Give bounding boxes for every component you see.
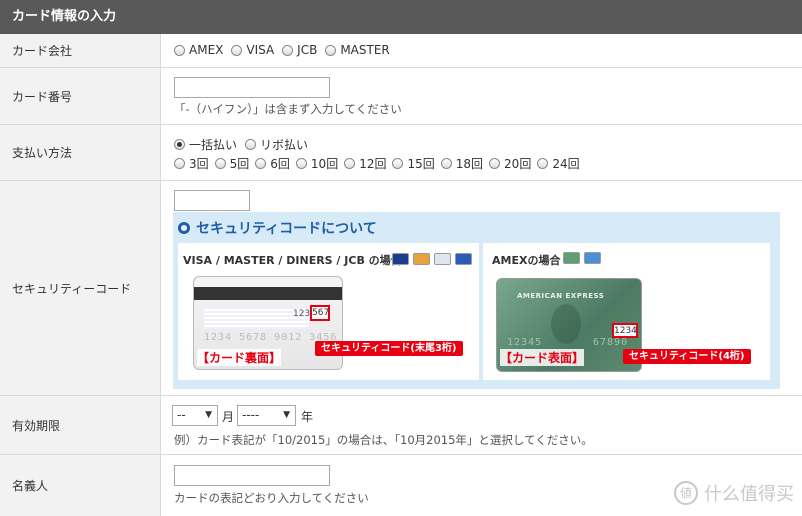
radio-lump-sum[interactable]: 一括払い [174,136,237,153]
info-bullet-icon [178,222,190,234]
centurion-portrait [551,304,581,344]
watermark-logo-icon: 値 [674,481,698,505]
card-company-field: AMEX VISA JCB MASTER [162,34,802,67]
radio-circle-checked[interactable] [174,139,185,150]
visa-logo-icon [392,253,409,265]
section-header: カード情報の入力 [0,0,802,34]
card-number-row: カード番号 「-（ハイフン）」は含まず入力してください [0,68,802,125]
radio-installment-6[interactable]: 6回 [255,155,290,172]
section-title: カード情報の入力 [12,9,117,24]
card-number-field: 「-（ハイフン）」は含まず入力してください [162,68,802,124]
dropdown-arrow-icon: ▼ [283,410,290,420]
radio-installment-24[interactable]: 24回 [537,155,580,172]
holder-label: 名義人 [0,455,161,516]
jcb-logo-icon [455,253,472,265]
radio-visa[interactable]: VISA [231,43,274,57]
watermark: 値 什么值得买 [674,480,794,506]
panel-title-amex: AMEXの場合 [492,254,561,267]
payment-row: 支払い方法 一括払い リボ払い 3回 5回 6回 10回 12回 15回 18回… [0,125,802,181]
radio-installment-5[interactable]: 5回 [214,155,249,172]
radio-circle[interactable] [295,158,307,169]
callout-amex-code: セキュリティコード(4桁) [623,349,751,364]
card-number-input[interactable] [174,77,330,98]
amex-blue-logo-icon [584,252,601,264]
card-back-label: 【カード裏面】 [197,349,282,366]
radio-circle[interactable] [392,158,404,169]
radio-jcb[interactable]: JCB [282,43,317,57]
expiry-month-select[interactable]: -- ▼ [172,405,218,426]
month-unit: 月 [222,410,235,424]
radio-circle[interactable] [282,44,294,56]
radio-revolving[interactable]: リボ払い [245,136,308,153]
amex-number-right: 67890 [593,337,629,348]
radio-circle[interactable] [537,158,549,169]
amex-green-logo-icon [563,252,580,264]
security-info-title: セキュリティコードについて [178,218,377,238]
card-company-label: カード会社 [0,34,161,67]
holder-note: カードの表記どおり入力してください [174,491,369,505]
radio-installment-18[interactable]: 18回 [440,155,483,172]
radio-circle[interactable] [214,158,226,169]
radio-circle[interactable] [174,158,185,169]
card-back-code-highlight: 567 [310,305,330,321]
callout-back-code: セキュリティコード(末尾3桁) [315,341,463,356]
holder-name-input[interactable] [174,465,330,486]
radio-installment-20[interactable]: 20回 [489,155,531,172]
card-front-label: 【カード表面】 [500,349,585,366]
radio-amex[interactable]: AMEX [174,43,223,57]
dropdown-arrow-icon: ▼ [205,410,212,420]
expiry-label: 有効期限 [0,396,161,454]
watermark-text: 什么值得买 [704,484,794,505]
panel-title-visa-master: VISA / MASTER / DINERS / JCB の場合 [183,254,402,267]
radio-circle[interactable] [325,44,337,56]
radio-circle[interactable] [245,139,257,150]
card-company-row: カード会社 AMEX VISA JCB MASTER [0,34,802,68]
radio-installment-12[interactable]: 12回 [344,155,386,172]
radio-circle[interactable] [489,158,501,169]
year-unit: 年 [301,410,314,424]
amex-number-left: 12345 [507,337,543,348]
expiry-year-select[interactable]: ---- ▼ [237,405,296,426]
radio-installment-3[interactable]: 3回 [174,155,209,172]
expiry-field: -- ▼ 月 ---- ▼ 年 例）カード表記が「10/2015」の場合は、「1… [162,396,802,454]
radio-circle[interactable] [344,158,356,169]
radio-master[interactable]: MASTER [325,43,390,57]
payment-field: 一括払い リボ払い 3回 5回 6回 10回 12回 15回 18回 20回 2… [162,125,802,180]
mastercard-logo-icon [413,253,430,265]
payment-label: 支払い方法 [0,125,161,180]
amex-code-highlight: 1234 [612,323,638,338]
security-code-input[interactable] [174,190,250,211]
card-number-note: 「-（ハイフン）」は含まず入力してください [174,102,402,116]
security-label: セキュリティーコード [0,181,161,395]
radio-circle[interactable] [174,44,185,56]
radio-circle[interactable] [255,158,267,169]
expiry-row: 有効期限 -- ▼ 月 ---- ▼ 年 例）カード表記が「10/2015」の場… [0,396,802,455]
amex-brand-text: AMERICAN EXPRESS [517,292,605,300]
radio-installment-10[interactable]: 10回 [295,155,338,172]
radio-installment-15[interactable]: 15回 [392,155,435,172]
expiry-note: 例）カード表記が「10/2015」の場合は、「10月2015年」と選択してくださ… [174,433,593,447]
radio-circle[interactable] [231,44,243,56]
card-number-label: カード番号 [0,68,161,124]
magnetic-stripe [194,287,342,300]
radio-circle[interactable] [440,158,452,169]
diners-logo-icon [434,253,451,265]
